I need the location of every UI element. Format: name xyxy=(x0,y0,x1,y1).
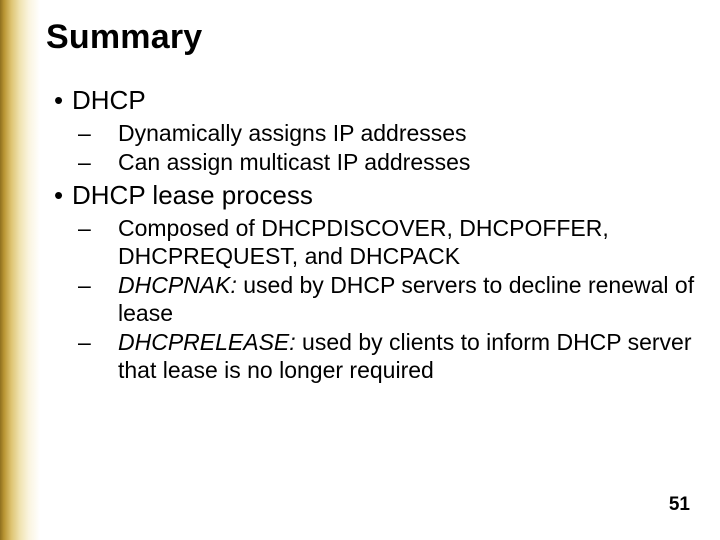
dash-icon: – xyxy=(98,214,118,242)
subbullet-composed: –Composed of DHCPDISCOVER, DHCPOFFER, DH… xyxy=(46,214,698,270)
subbullet-text: Composed of DHCPDISCOVER, DHCPOFFER, DHC… xyxy=(118,215,609,269)
page-number: 51 xyxy=(669,494,690,516)
slide-title: Summary xyxy=(46,18,698,57)
dash-icon: – xyxy=(98,328,118,356)
bullet-lease-process: •DHCP lease process xyxy=(46,180,698,212)
subbullet-dhcp-dyn: –Dynamically assigns IP addresses xyxy=(46,119,698,147)
term-italic: DHCPRELEASE: xyxy=(118,329,296,355)
term-italic: DHCPNAK: xyxy=(118,272,237,298)
bullet-dot-icon: • xyxy=(54,180,72,212)
dash-icon: – xyxy=(98,271,118,299)
accent-bar xyxy=(0,0,40,540)
bullet-text: DHCP xyxy=(72,85,146,115)
subbullet-text: Can assign multicast IP addresses xyxy=(118,149,470,175)
subbullet-text: Dynamically assigns IP addresses xyxy=(118,120,467,146)
slide-body: •DHCP –Dynamically assigns IP addresses … xyxy=(46,85,698,384)
subbullet-dhcprelease: –DHCPRELEASE: used by clients to inform … xyxy=(46,328,698,384)
subbullet-dhcp-multicast: –Can assign multicast IP addresses xyxy=(46,148,698,176)
dash-icon: – xyxy=(98,148,118,176)
slide-content: Summary •DHCP –Dynamically assigns IP ad… xyxy=(40,0,720,540)
bullet-dot-icon: • xyxy=(54,85,72,117)
slide: Summary •DHCP –Dynamically assigns IP ad… xyxy=(0,0,720,540)
subbullet-dhcpnak: –DHCPNAK: used by DHCP servers to declin… xyxy=(46,271,698,327)
bullet-text: DHCP lease process xyxy=(72,180,313,210)
bullet-dhcp: •DHCP xyxy=(46,85,698,117)
dash-icon: – xyxy=(98,119,118,147)
